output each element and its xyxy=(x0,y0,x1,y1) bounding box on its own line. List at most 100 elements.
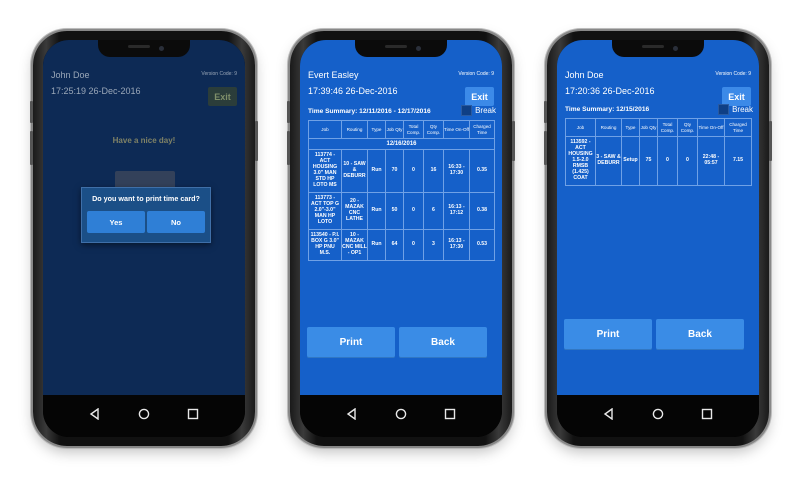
column-header: Type xyxy=(621,118,640,137)
time-summary-screen: Evert Easley 17:39:46 26-Dec-2016 Versio… xyxy=(300,40,502,395)
time-summary-table: Job Routing Type Job Qty Total Comp. Qty Comp… xyxy=(308,120,495,261)
table-cell: 10 - MAZAK CNC MILL - OP1 xyxy=(341,228,368,261)
exit-button[interactable]: Exit xyxy=(465,87,494,106)
date-group-row: 12/16/2016 xyxy=(308,138,495,150)
column-header: Charged Time xyxy=(724,118,752,137)
table-cell: 16:13 - 17:30 xyxy=(443,228,470,261)
notch xyxy=(612,40,704,57)
time-summary-table: Job Routing Type Job Qty Total Comp. Qty Comp… xyxy=(565,118,752,186)
table-cell: 0.38 xyxy=(469,191,495,230)
table-cell: 20 - MAZAK CNC LATHE xyxy=(341,191,368,230)
back-button[interactable]: Back xyxy=(656,319,744,350)
phone-2-screen: Evert Easley 17:39:46 26-Dec-2016 Versio… xyxy=(300,40,502,437)
print-button[interactable]: Print xyxy=(564,319,652,350)
android-navbar xyxy=(300,395,502,437)
phone-3: John Doe 17:20:36 26-Dec-2016 Version Co… xyxy=(544,31,772,446)
column-header: Routing xyxy=(595,118,622,137)
break-label: Break xyxy=(732,105,753,114)
break-checkbox[interactable] xyxy=(461,105,473,116)
back-icon[interactable] xyxy=(603,407,615,425)
column-header: Type xyxy=(367,120,386,139)
phone-3-screen: John Doe 17:20:36 26-Dec-2016 Version Co… xyxy=(557,40,759,437)
table-cell: 0.53 xyxy=(469,228,495,261)
time-summary-screen: John Doe 17:20:36 26-Dec-2016 Version Co… xyxy=(557,40,759,395)
version-code: Version Code: 9 xyxy=(458,71,494,77)
phone-2: Evert Easley 17:39:46 26-Dec-2016 Versio… xyxy=(287,31,515,446)
table-row[interactable]: 113592 - ACT HOUSING 1.5-2.0 RMSB (1.425… xyxy=(565,136,752,186)
column-header: Job Qty xyxy=(385,120,404,139)
table-cell: 113540 - P.I. BOX G 3.0" HP PNU M.S. xyxy=(308,228,342,261)
column-header: Qty Comp. xyxy=(677,118,698,137)
yes-button[interactable]: Yes xyxy=(87,211,145,233)
table-cell: 22:48 - 05:57 xyxy=(697,136,725,186)
time-summary-label: Time Summary: 12/11/2016 - 12/17/2016 xyxy=(308,108,431,115)
dialog-question: Do you want to print time card? xyxy=(92,194,200,203)
exit-button[interactable]: Exit xyxy=(208,87,237,106)
column-header: Qty Comp. xyxy=(423,120,444,139)
table-cell: Run xyxy=(367,228,386,261)
table-cell: 0 xyxy=(403,149,424,193)
table-cell: Setup xyxy=(621,136,640,186)
column-header: Job xyxy=(308,120,342,139)
recent-apps-icon[interactable] xyxy=(187,407,199,425)
column-header: Total Comp. xyxy=(657,118,678,137)
table-cell: Run xyxy=(367,191,386,230)
time-summary-label: Time Summary: 12/15/2016 xyxy=(565,106,650,113)
home-icon[interactable] xyxy=(138,407,150,425)
table-cell: 0 xyxy=(403,191,424,230)
break-label: Break xyxy=(475,106,496,115)
break-checkbox[interactable] xyxy=(718,104,730,115)
table-cell: Run xyxy=(367,149,386,193)
recent-apps-icon[interactable] xyxy=(701,407,713,425)
notch xyxy=(355,40,447,57)
table-cell: 113773 - ACT TOP G 2.0"-3.0" MAN HP LOTO xyxy=(308,191,342,230)
table-cell: 113592 - ACT HOUSING 1.5-2.0 RMSB (1.425… xyxy=(565,136,596,186)
date-cell: 12/16/2016 xyxy=(308,138,495,150)
column-header: Total Comp. xyxy=(403,120,424,139)
no-button[interactable]: No xyxy=(147,211,205,233)
android-navbar xyxy=(557,395,759,437)
table-row[interactable]: 113540 - P.I. BOX G 3.0" HP PNU M.S. 10 -… xyxy=(308,228,495,261)
table-row[interactable]: 113773 - ACT TOP G 2.0"-3.0" MAN HP LOTO… xyxy=(308,191,495,230)
home-icon[interactable] xyxy=(652,407,664,425)
android-navbar xyxy=(43,395,245,437)
table-cell: 16:13 - 17:12 xyxy=(443,191,470,230)
table-cell: 0 xyxy=(403,228,424,261)
checkout-screen: John Doe 17:25:19 26-Dec-2016 Version Co… xyxy=(43,40,245,395)
table-cell: 0.35 xyxy=(469,149,495,193)
column-header: Time On-Off xyxy=(697,118,725,137)
column-header: Job xyxy=(565,118,596,137)
print-button[interactable]: Print xyxy=(307,327,395,358)
column-header: Routing xyxy=(341,120,368,139)
table-cell: 0 xyxy=(677,136,698,186)
table-cell: 113774 - ACT HOUSING 3.0" MAN STD HP LOT… xyxy=(308,149,342,193)
phone-1: John Doe 17:25:19 26-Dec-2016 Version Co… xyxy=(30,31,258,446)
back-icon[interactable] xyxy=(346,407,358,425)
version-code: Version Code: 9 xyxy=(201,71,237,77)
stage: John Doe 17:25:19 26-Dec-2016 Version Co… xyxy=(0,0,800,477)
table-cell: 75 xyxy=(639,136,658,186)
print-dialog: Do you want to print time card? Yes No xyxy=(81,187,211,243)
break-toggle[interactable]: Break xyxy=(461,105,496,116)
table-cell: 3 xyxy=(423,228,444,261)
recent-apps-icon[interactable] xyxy=(444,407,456,425)
break-toggle[interactable]: Break xyxy=(718,104,753,115)
table-cell: 16 xyxy=(423,149,444,193)
column-header: Charged Time xyxy=(469,120,495,139)
table-cell: 10 - SAW & DEBURR xyxy=(341,149,368,193)
back-button[interactable]: Back xyxy=(399,327,487,358)
table-cell: 3 - SAW & DEBURR xyxy=(595,136,622,186)
table-row[interactable]: 113774 - ACT HOUSING 3.0" MAN STD HP LOT… xyxy=(308,149,495,193)
table-cell: 0 xyxy=(657,136,678,186)
table-cell: 50 xyxy=(385,191,404,230)
goodbye-message: Have a nice day! xyxy=(112,136,176,145)
table-cell: 70 xyxy=(385,149,404,193)
table-cell: 6 xyxy=(423,191,444,230)
notch xyxy=(98,40,190,57)
column-header: Job Qty xyxy=(639,118,658,137)
phone-1-screen: John Doe 17:25:19 26-Dec-2016 Version Co… xyxy=(43,40,245,437)
back-icon[interactable] xyxy=(89,407,101,425)
home-icon[interactable] xyxy=(395,407,407,425)
version-code: Version Code: 9 xyxy=(715,71,751,77)
table-cell: 64 xyxy=(385,228,404,261)
